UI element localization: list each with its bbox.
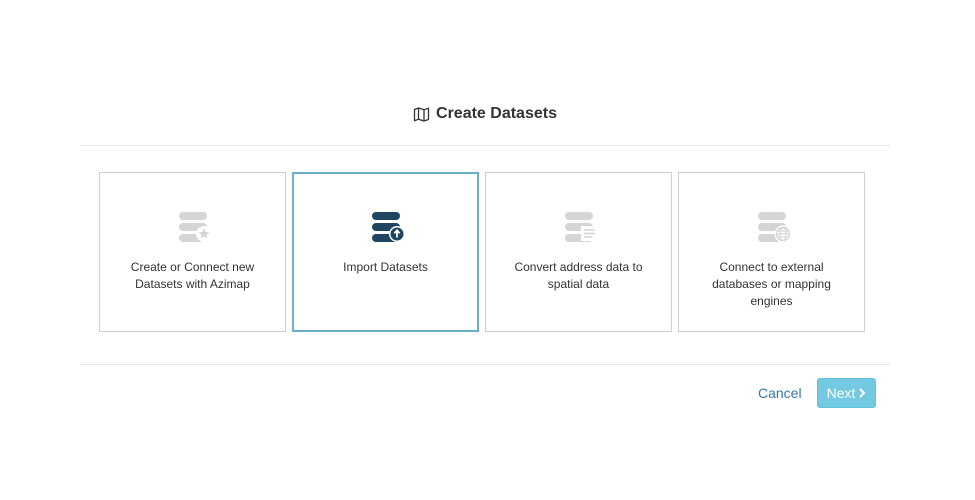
database-globe-icon	[752, 210, 792, 248]
cancel-button[interactable]: Cancel	[750, 378, 810, 408]
option-label: Import Datasets	[343, 260, 428, 274]
option-convert-address[interactable]: Convert address data to spatial data	[485, 172, 672, 332]
option-external-databases[interactable]: Connect to external databases or mapping…	[678, 172, 865, 332]
option-label: Convert address data to spatial data	[514, 260, 643, 291]
chevron-right-icon	[858, 388, 866, 398]
database-star-icon	[173, 210, 213, 248]
option-import-datasets[interactable]: Import Datasets	[292, 172, 479, 332]
database-list-icon	[559, 210, 599, 248]
create-datasets-dialog: Create Datasets Create or Connect new Da…	[0, 0, 975, 500]
option-label: Connect to external databases or mapping…	[712, 260, 831, 308]
next-button-label: Next	[826, 385, 856, 401]
database-upload-icon	[366, 210, 406, 248]
dialog-title: Create Datasets	[436, 105, 557, 122]
dialog-header: Create Datasets	[80, 96, 890, 146]
footer-divider	[80, 364, 890, 365]
dataset-options: Create or Connect new Datasets with Azim…	[99, 172, 865, 332]
dialog-title-group: Create Datasets	[413, 96, 557, 132]
map-icon	[413, 106, 430, 123]
option-create-connect[interactable]: Create or Connect new Datasets with Azim…	[99, 172, 286, 332]
next-button[interactable]: Next	[817, 378, 876, 408]
option-label: Create or Connect new Datasets with Azim…	[130, 260, 255, 291]
